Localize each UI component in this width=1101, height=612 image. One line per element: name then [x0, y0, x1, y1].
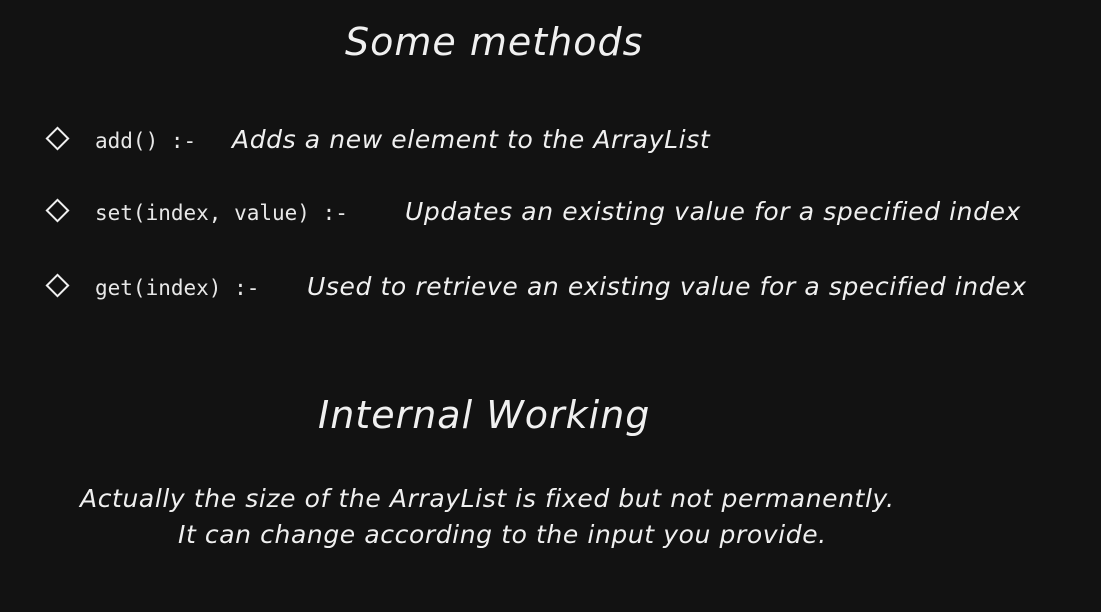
- internal-working-heading: Internal Working: [318, 393, 651, 437]
- method-description: Used to retrieve an existing value for a…: [307, 272, 1027, 301]
- diamond-bullet-icon: [45, 273, 70, 298]
- paragraph-line: It can change according to the input you…: [178, 520, 827, 549]
- method-description: Updates an existing value for a specifie…: [405, 197, 1021, 226]
- methods-heading: Some methods: [345, 20, 644, 64]
- method-signature: add() :-: [95, 129, 197, 153]
- method-signature: set(index, value) :-: [95, 201, 348, 225]
- method-signature: get(index) :-: [95, 276, 260, 300]
- diamond-bullet-icon: [45, 198, 70, 223]
- paragraph-line: Actually the size of the ArrayList is fi…: [80, 484, 895, 513]
- diamond-bullet-icon: [45, 126, 70, 151]
- method-description: Adds a new element to the ArrayList: [232, 125, 711, 154]
